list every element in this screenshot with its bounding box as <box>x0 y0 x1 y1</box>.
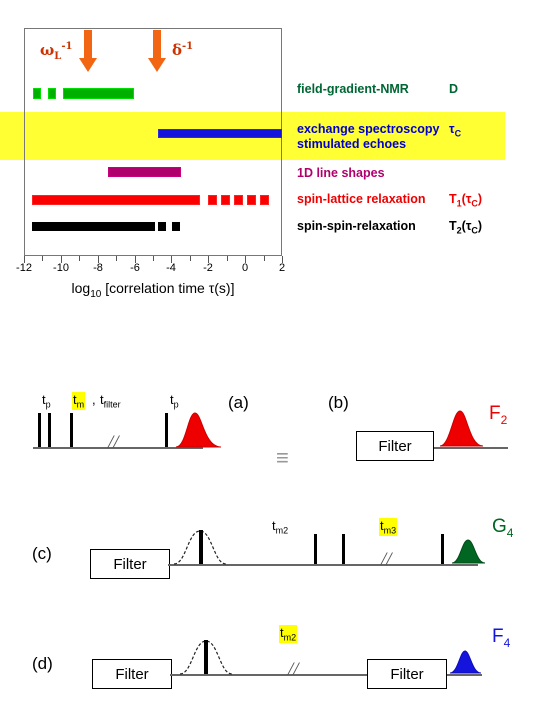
axis-tick <box>153 256 154 261</box>
figure-root: ωL-1 δ-1 -12 -10 -8 -6 -4 -2 0 2 log10 [… <box>0 0 540 720</box>
bar-exchange-spectroscopy <box>158 129 282 138</box>
axis-tick-label: -12 <box>16 262 32 274</box>
bar-1d-line-shapes <box>108 167 181 177</box>
label-tm3-c: tm3 <box>379 518 398 536</box>
x-axis-title: log10 [correlation time τ(s)] <box>71 280 235 300</box>
axis-tick-label: -8 <box>93 262 103 274</box>
sequence-row-c: (c) Filter tm2 tm3 // G4 <box>0 488 540 598</box>
sequence-row-ab: // tp tm , tfilter tp (a) ≡ (b) Filter F… <box>0 375 540 485</box>
omega-L-inverse-label: ωL-1 <box>40 41 73 62</box>
arrow-shaft <box>153 30 161 60</box>
peak-label-g4: G4 <box>492 516 514 540</box>
label-tp-second: tp <box>170 392 179 410</box>
legend-label-exchange-spectroscopy: exchange spectroscopy <box>297 122 440 136</box>
bar-spin-spin-dash1 <box>158 222 166 231</box>
label-tp-first: tp <box>42 392 51 410</box>
filter-box-b[interactable]: Filter <box>356 431 434 461</box>
pulse-a2 <box>48 413 51 447</box>
label-tm2-c: tm2 <box>272 518 289 536</box>
pulse-c4 <box>441 534 444 564</box>
pulse-c1 <box>199 530 203 564</box>
pulse-d1 <box>204 640 208 674</box>
label-tm: tm <box>72 392 86 410</box>
label-tfilter: tfilter <box>100 392 121 410</box>
pulse-a3 <box>70 413 73 447</box>
time-break-a: // <box>108 432 119 453</box>
bar-spin-lattice-dash5 <box>260 195 269 205</box>
bar-field-gradient-seg1 <box>33 88 41 99</box>
pulse-a1 <box>38 413 41 447</box>
axis-tick <box>264 256 265 261</box>
legend-label-spin-lattice-relaxation: spin-lattice relaxation <box>297 192 426 206</box>
delta-arrow <box>148 30 166 72</box>
axis-tick-label: -4 <box>166 262 176 274</box>
fid-peak-c <box>451 539 486 564</box>
axis-tick <box>79 256 80 261</box>
pulse-c3 <box>342 534 345 564</box>
delta-inverse-label: δ-1 <box>172 41 194 59</box>
panel-label-a: (a) <box>228 393 249 412</box>
filter-box-c[interactable]: Filter <box>90 549 170 579</box>
bar-spin-lattice-dash3 <box>234 195 243 205</box>
axis-tick-label: -6 <box>130 262 140 274</box>
bar-spin-spin-dash2 <box>172 222 180 231</box>
pulse-sequence-diagrams: // tp tm , tfilter tp (a) ≡ (b) Filter F… <box>0 340 540 720</box>
bar-field-gradient-seg2 <box>48 88 56 99</box>
time-break-c: // <box>381 549 392 570</box>
bar-spin-lattice-dash4 <box>247 195 256 205</box>
bar-spin-lattice-dash2 <box>221 195 230 205</box>
filter-box-d2[interactable]: Filter <box>367 659 447 689</box>
sequence-row-d: (d) Filter tm2 // Filter F4 <box>0 598 540 708</box>
legend-symbol-t1-tau-c: T1(τC) <box>449 192 483 209</box>
axis-tick-label: -2 <box>203 262 213 274</box>
fid-peak-b <box>439 410 484 447</box>
bar-spin-lattice-dash1 <box>208 195 217 205</box>
axis-tick <box>190 256 191 261</box>
legend-label-field-gradient-nmr: field-gradient-NMR <box>297 82 409 96</box>
pulse-c2 <box>314 534 317 564</box>
axis-tick <box>227 256 228 261</box>
equivalence-icon: ≡ <box>276 445 289 470</box>
legend-symbol-field-gradient-nmr: D <box>449 82 459 96</box>
legend-label-spin-spin-relaxation: spin-spin-relaxation <box>297 219 416 233</box>
arrow-head <box>148 58 166 72</box>
axis-tick-label: 2 <box>278 262 286 274</box>
filter-box-d1[interactable]: Filter <box>92 659 172 689</box>
fid-peak-a <box>175 412 222 448</box>
panel-label-b: (b) <box>328 393 349 412</box>
omega-L-arrow <box>79 30 97 72</box>
arrow-head <box>79 58 97 72</box>
panel-label-d: (d) <box>32 654 53 673</box>
bar-spin-lattice-solid <box>32 195 200 205</box>
axis-tick <box>42 256 43 261</box>
axis-tick-label: -10 <box>53 262 69 274</box>
arrow-shaft <box>84 30 92 60</box>
bar-spin-spin-solid <box>32 222 155 231</box>
axis-tick <box>116 256 117 261</box>
peak-label-f4: F4 <box>492 626 511 650</box>
time-break-d: // <box>288 659 299 680</box>
legend-label-1d-line-shapes: 1D line shapes <box>297 166 385 180</box>
panel-label-c: (c) <box>32 544 52 563</box>
pulse-a4 <box>165 413 168 447</box>
peak-label-f2: F2 <box>489 403 508 427</box>
axis-tick-label: 0 <box>241 262 249 274</box>
x-axis: -12 -10 -8 -6 -4 -2 0 2 <box>16 256 285 274</box>
bar-field-gradient-seg3 <box>63 88 134 99</box>
legend-symbol-t2-tau-c: T2(τC) <box>449 219 483 236</box>
fid-peak-d <box>449 650 482 674</box>
legend-symbol-tau-c: τC <box>449 122 462 139</box>
label-tm2-d: tm2 <box>279 625 298 643</box>
label-comma: , <box>92 392 96 407</box>
legend-label-stimulated-echoes: stimulated echoes <box>297 137 407 151</box>
correlation-time-chart: ωL-1 δ-1 -12 -10 -8 -6 -4 -2 0 2 log10 [… <box>0 0 540 310</box>
